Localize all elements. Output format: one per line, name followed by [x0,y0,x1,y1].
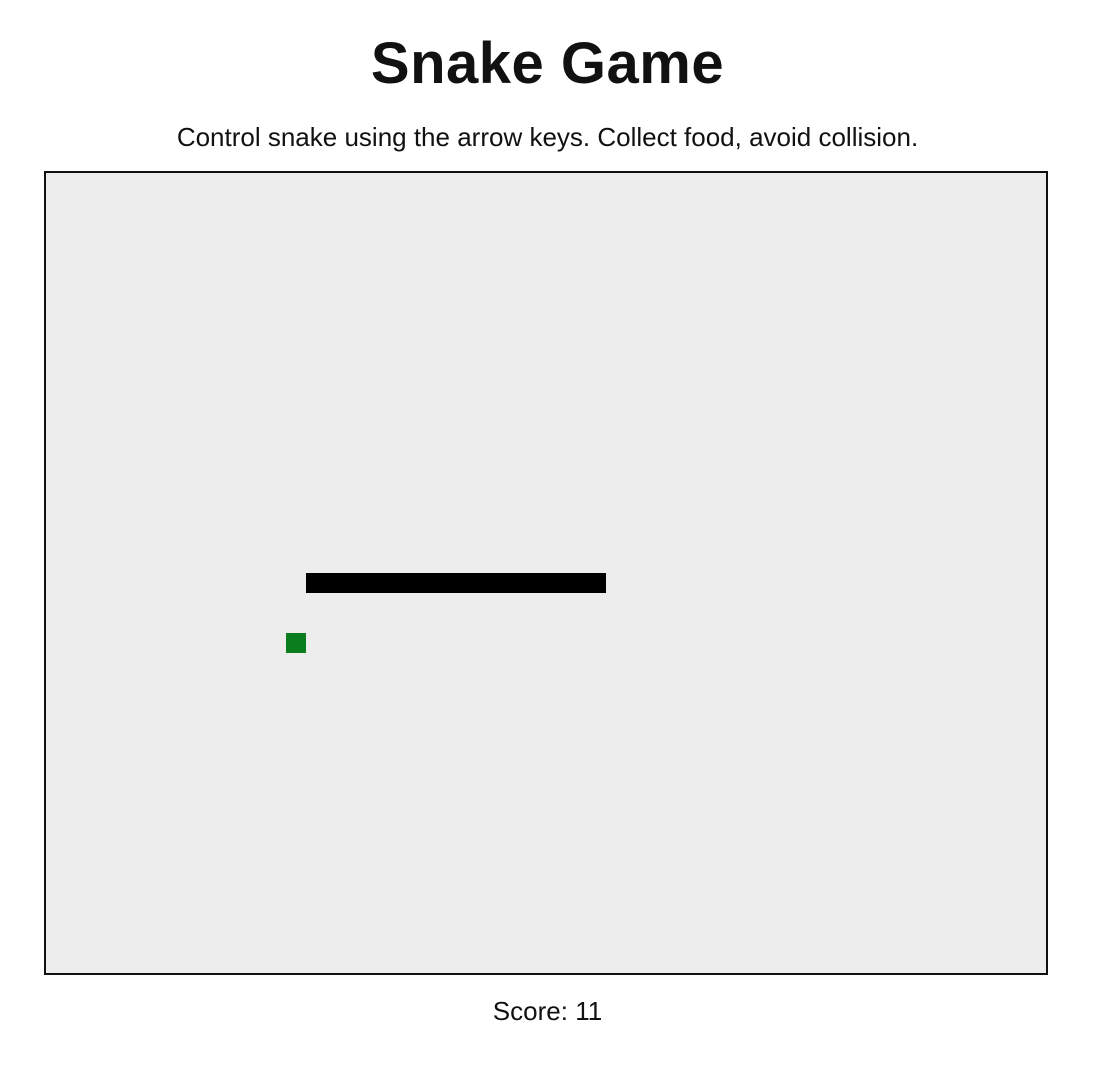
snake-segment [526,573,546,593]
instructions-text: Control snake using the arrow keys. Coll… [176,122,919,152]
snake-segment [426,573,446,593]
food-item [286,633,306,653]
snake-segment [486,573,506,593]
snake-segment [566,573,586,593]
snake-head [586,573,606,593]
score-display: Score: 11 [0,994,1095,1028]
snake-segment [406,573,426,593]
snake-segment [306,573,326,593]
score-value: 11 [575,996,603,1026]
snake-segment [386,573,406,593]
score-label: Score: [492,996,568,1026]
snake-segment [466,573,486,593]
snake-segment [546,573,566,593]
page-title: Snake Game [370,31,725,96]
game-board[interactable] [44,171,1048,975]
snake-segment [326,573,346,593]
snake-segment [366,573,386,593]
snake-segment [506,573,526,593]
snake-segment [446,573,466,593]
snake-segment [346,573,366,593]
